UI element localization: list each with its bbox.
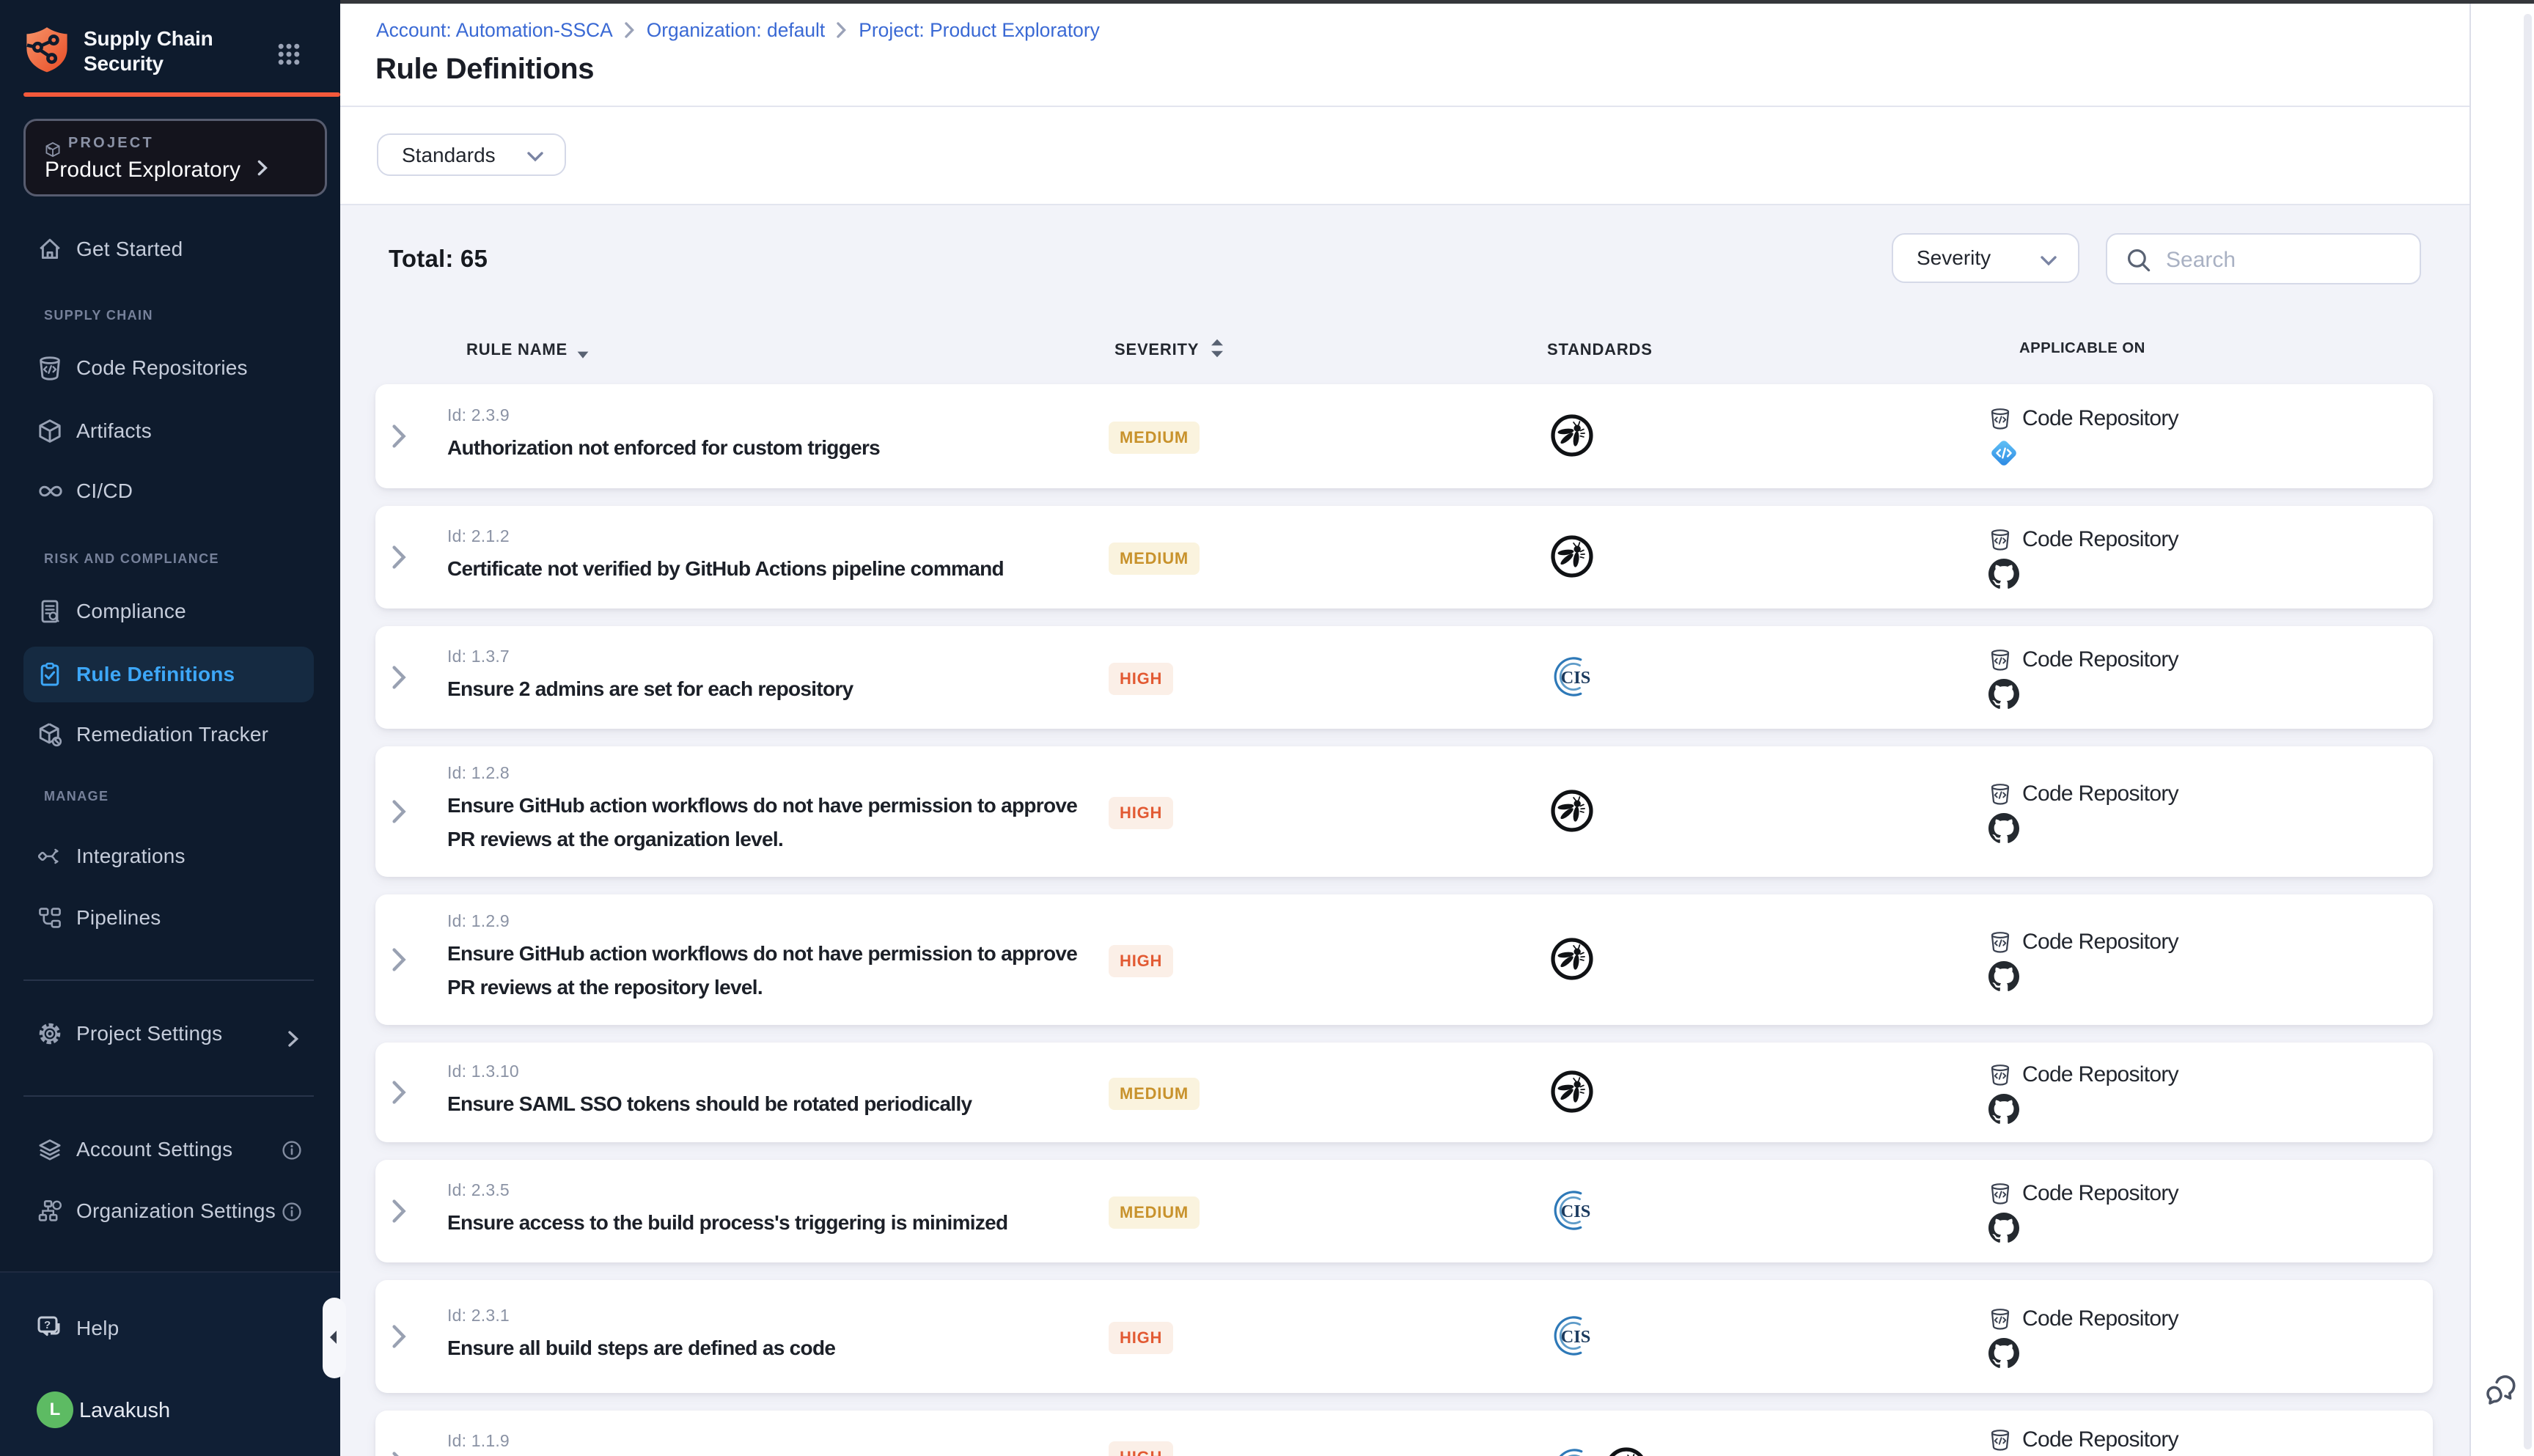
svg-text:?: ? [44, 1319, 51, 1331]
